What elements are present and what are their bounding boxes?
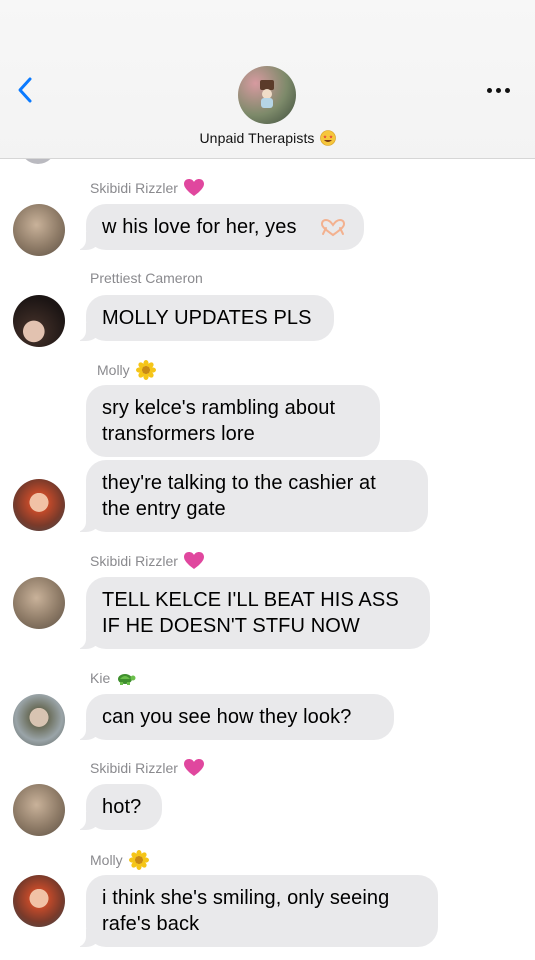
message-text-line: TELL KELCE I'LL BEAT HIS ASS xyxy=(102,589,399,611)
group-title[interactable]: Unpaid Therapists xyxy=(0,130,535,146)
message-text-line: transformers lore xyxy=(102,423,255,445)
message-bubble[interactable]: MOLLY UPDATES PLS xyxy=(76,295,334,341)
kie-avatar[interactable] xyxy=(13,694,65,746)
more-options-button[interactable] xyxy=(483,80,513,100)
message-text-line: they're talking to the cashier at xyxy=(102,472,376,494)
sender-name: Skibidi Rizzler xyxy=(90,179,204,197)
message-bubble[interactable]: hot? xyxy=(76,784,162,830)
message-bubble[interactable]: w his love for her, yes xyxy=(76,204,364,250)
message-text-line: i think she's smiling, only seeing xyxy=(102,887,390,909)
dog-avatar[interactable] xyxy=(13,577,65,629)
message-text: w his love for her, yes xyxy=(102,216,297,238)
sender-name: Molly xyxy=(97,360,156,380)
dog-avatar[interactable] xyxy=(13,784,65,836)
message-text-line: the entry gate xyxy=(102,498,226,520)
conversation-header: Unpaid Therapists xyxy=(0,0,535,159)
group-name: Unpaid Therapists xyxy=(199,130,315,146)
message-text-line: rafe's back xyxy=(102,913,200,935)
sender-label: Molly xyxy=(97,362,130,378)
pink-heart-icon xyxy=(183,759,204,776)
chevron-left-icon xyxy=(18,77,32,103)
message-text: MOLLY UPDATES PLS xyxy=(102,307,312,329)
sender-name: Skibidi Rizzler xyxy=(90,552,204,570)
message-bubble[interactable]: can you see how they look? xyxy=(76,694,394,740)
message-text: can you see how they look? xyxy=(102,706,352,728)
pink-heart-icon xyxy=(183,552,204,569)
group-avatar[interactable] xyxy=(238,66,296,124)
message-text-line: sry kelce's rambling about xyxy=(102,397,336,419)
sender-name: Prettiest Cameron xyxy=(90,270,203,286)
group-photo-icon xyxy=(260,80,274,108)
pink-heart-icon xyxy=(183,179,204,196)
sender-label: Molly xyxy=(90,852,123,868)
sender-label: Skibidi Rizzler xyxy=(90,760,178,776)
dot-icon xyxy=(504,87,510,93)
message-bubble[interactable]: they're talking to the cashier at the en… xyxy=(76,460,428,532)
sunflower-icon xyxy=(128,850,149,870)
star-struck-face-icon xyxy=(319,130,336,146)
sender-label: Prettiest Cameron xyxy=(90,270,203,286)
turtle-icon xyxy=(118,674,136,685)
back-button[interactable] xyxy=(10,72,40,108)
message-bubble[interactable]: i think she's smiling, only seeing rafe'… xyxy=(76,875,438,947)
message-bubble[interactable]: TELL KELCE I'LL BEAT HIS ASS IF HE DOESN… xyxy=(76,577,430,649)
dog-avatar[interactable] xyxy=(13,204,65,256)
message-text: hot? xyxy=(102,796,142,818)
sunflower-icon xyxy=(135,360,156,380)
sender-label: Skibidi Rizzler xyxy=(90,180,178,196)
dot-icon xyxy=(495,87,501,93)
sender-label: Skibidi Rizzler xyxy=(90,553,178,569)
dot-icon xyxy=(486,87,492,93)
heart-hands-icon xyxy=(320,219,346,237)
sender-label: Kie xyxy=(90,670,111,686)
red-hair-avatar[interactable] xyxy=(13,875,65,927)
red-hair-avatar[interactable] xyxy=(13,479,65,531)
sender-name: Kie xyxy=(90,669,136,687)
dark-hair-avatar[interactable] xyxy=(13,295,65,347)
sender-name: Skibidi Rizzler xyxy=(90,759,204,777)
message-text-line: IF HE DOESN'T STFU NOW xyxy=(102,615,360,637)
sender-name: Molly xyxy=(90,850,149,870)
message-bubble[interactable]: sry kelce's rambling about transformers … xyxy=(86,385,380,457)
